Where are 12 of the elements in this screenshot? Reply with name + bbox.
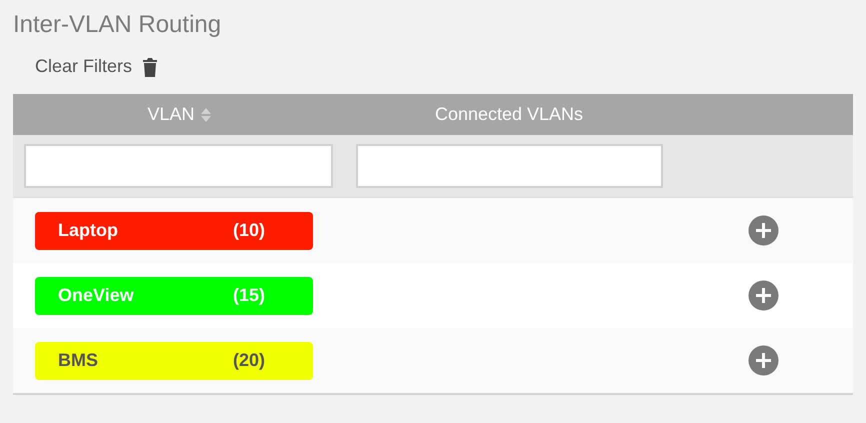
add-button[interactable] (748, 345, 779, 376)
vlan-tag: OneView (15) (35, 276, 313, 314)
page-title: Inter-VLAN Routing (12, 10, 222, 40)
vlan-tag: BMS (20) (35, 342, 313, 380)
vlan-filter-field[interactable] (24, 144, 333, 188)
column-header: Connected VLANs (434, 104, 584, 125)
add-button[interactable] (748, 215, 779, 246)
connected-vlans-filter-field[interactable] (356, 144, 663, 188)
clear-filters-button[interactable]: Clear Filters (35, 56, 158, 77)
trash-icon (142, 56, 158, 76)
vlan-tag: Laptop (10) (35, 212, 313, 250)
add-button[interactable] (748, 280, 779, 311)
